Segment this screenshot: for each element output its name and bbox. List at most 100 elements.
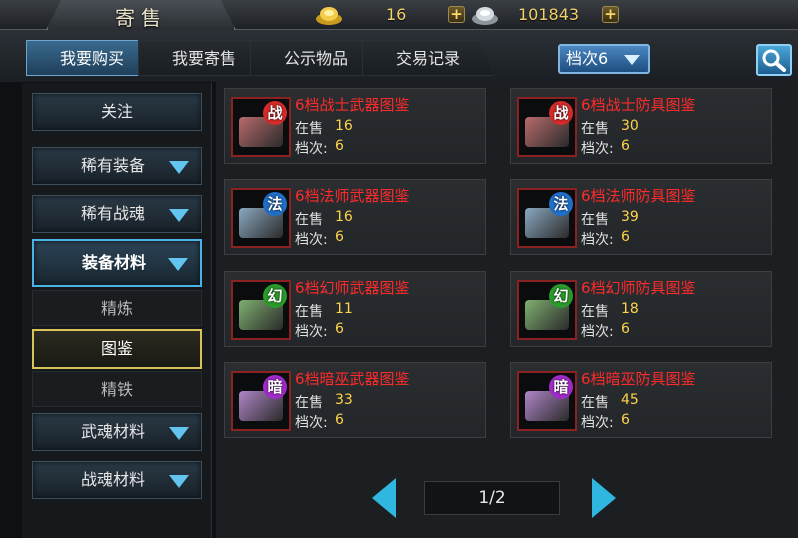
- codex-scroll-icon: 暗: [517, 371, 577, 431]
- codex-scroll-icon: 幻: [231, 280, 291, 340]
- top-bar: 寄售 16 + 101843 +: [0, 0, 798, 30]
- category-label: 稀有装备: [81, 156, 146, 175]
- grade-label: 档次:: [581, 232, 614, 248]
- window-title: 寄售: [115, 6, 167, 30]
- item-card[interactable]: 暗 6档暗巫武器图鉴 在售 33 档次: 6: [224, 362, 486, 438]
- class-glyph-badge: 幻: [263, 284, 287, 308]
- grade-value: 6: [621, 321, 630, 337]
- item-name: 6档暗巫武器图鉴: [295, 370, 410, 388]
- search-icon: [762, 49, 786, 72]
- category-rare-equipment[interactable]: 稀有装备: [32, 147, 202, 185]
- grade-label: 档次:: [581, 415, 614, 431]
- subcategory-codex[interactable]: 图鉴: [32, 329, 202, 369]
- grade-filter-dropdown[interactable]: 档次6: [558, 44, 650, 74]
- item-card[interactable]: 幻 6档幻师防具图鉴 在售 18 档次: 6: [510, 271, 772, 347]
- on-sale-count: 39: [621, 209, 639, 225]
- grade-filter-label: 档次6: [566, 49, 609, 68]
- on-sale-label: 在售: [295, 304, 323, 320]
- codex-scroll-icon: 战: [517, 97, 577, 157]
- on-sale-label: 在售: [295, 395, 323, 411]
- category-label: 武魂材料: [81, 422, 146, 441]
- tab-bar: 我要购买 我要寄售 公示物品 交易记录 档次6: [0, 30, 798, 82]
- category-weapon-soul-materials[interactable]: 武魂材料: [32, 413, 202, 451]
- grade-label: 档次:: [295, 141, 328, 157]
- grade-label: 档次:: [295, 324, 328, 340]
- item-name: 6档法师武器图鉴: [295, 187, 410, 205]
- category-rare-war-soul[interactable]: 稀有战魂: [32, 195, 202, 233]
- page-indicator: 1/2: [424, 481, 560, 515]
- grade-value: 6: [621, 412, 630, 428]
- on-sale-label: 在售: [581, 212, 609, 228]
- category-equipment-materials[interactable]: 装备材料: [32, 239, 202, 287]
- class-glyph-badge: 战: [549, 101, 573, 125]
- item-name: 6档法师防具图鉴: [581, 187, 696, 205]
- on-sale-count: 33: [335, 392, 353, 408]
- follow-button[interactable]: 关注: [32, 93, 202, 131]
- class-glyph-badge: 暗: [263, 375, 287, 399]
- silver-ingot-icon: [472, 7, 498, 25]
- previous-page-button[interactable]: [372, 478, 396, 518]
- item-card[interactable]: 暗 6档暗巫防具图鉴 在售 45 档次: 6: [510, 362, 772, 438]
- item-card[interactable]: 战 6档战士防具图鉴 在售 30 档次: 6: [510, 88, 772, 164]
- on-sale-count: 16: [335, 209, 353, 225]
- category-label: 战魂材料: [81, 470, 146, 489]
- add-gold-button[interactable]: +: [448, 6, 465, 23]
- codex-scroll-icon: 法: [517, 188, 577, 248]
- on-sale-label: 在售: [581, 304, 609, 320]
- class-glyph-badge: 幻: [549, 284, 573, 308]
- chevron-down-icon: [624, 55, 640, 65]
- grade-value: 6: [621, 229, 630, 245]
- category-sidebar: 关注 稀有装备 稀有战魂 装备材料 精炼 图鉴 精铁 武魂材料 战魂材料: [22, 83, 212, 538]
- chevron-down-icon: [169, 209, 189, 222]
- gold-amount: 16: [386, 5, 407, 24]
- class-glyph-badge: 暗: [549, 375, 573, 399]
- item-grid: 战 6档战士武器图鉴 在售 16 档次: 6 战 6档战士防具图鉴 在售 30 档次: 6 法 6档法师武…: [216, 82, 798, 538]
- category-war-soul-materials[interactable]: 战魂材料: [32, 461, 202, 499]
- item-card[interactable]: 幻 6档幻师武器图鉴 在售 11 档次: 6: [224, 271, 486, 347]
- grade-value: 6: [335, 229, 344, 245]
- next-page-button[interactable]: [592, 478, 616, 518]
- codex-scroll-icon: 暗: [231, 371, 291, 431]
- on-sale-count: 16: [335, 118, 353, 134]
- on-sale-count: 45: [621, 392, 639, 408]
- category-label: 装备材料: [82, 253, 147, 272]
- chevron-down-icon: [169, 427, 189, 440]
- item-name: 6档战士防具图鉴: [581, 96, 696, 114]
- on-sale-label: 在售: [295, 212, 323, 228]
- item-card[interactable]: 战 6档战士武器图鉴 在售 16 档次: 6: [224, 88, 486, 164]
- add-silver-button[interactable]: +: [602, 6, 619, 23]
- item-name: 6档暗巫防具图鉴: [581, 370, 696, 388]
- gold-ingot-icon: [316, 7, 342, 25]
- item-name: 6档战士武器图鉴: [295, 96, 410, 114]
- item-name: 6档幻师防具图鉴: [581, 279, 696, 297]
- on-sale-label: 在售: [295, 121, 323, 137]
- class-glyph-badge: 法: [263, 192, 287, 216]
- silver-amount: 101843: [518, 5, 580, 24]
- item-name: 6档幻师武器图鉴: [295, 279, 410, 297]
- grade-value: 6: [335, 321, 344, 337]
- tab-trade-history[interactable]: 交易记录: [362, 40, 494, 76]
- grade-value: 6: [621, 138, 630, 154]
- codex-scroll-icon: 法: [231, 188, 291, 248]
- subcategory-fine-iron[interactable]: 精铁: [32, 371, 202, 407]
- chevron-down-icon: [169, 161, 189, 174]
- grade-label: 档次:: [581, 324, 614, 340]
- class-glyph-badge: 法: [549, 192, 573, 216]
- class-glyph-badge: 战: [263, 101, 287, 125]
- grade-value: 6: [335, 138, 344, 154]
- item-card[interactable]: 法 6档法师武器图鉴 在售 16 档次: 6: [224, 179, 486, 255]
- search-button[interactable]: [756, 44, 792, 76]
- category-label: 稀有战魂: [81, 204, 146, 223]
- grade-value: 6: [335, 412, 344, 428]
- grade-label: 档次:: [581, 141, 614, 157]
- codex-scroll-icon: 幻: [517, 280, 577, 340]
- on-sale-count: 11: [335, 301, 353, 317]
- grade-label: 档次:: [295, 415, 328, 431]
- item-card[interactable]: 法 6档法师防具图鉴 在售 39 档次: 6: [510, 179, 772, 255]
- on-sale-count: 18: [621, 301, 639, 317]
- chevron-down-icon: [168, 258, 188, 271]
- on-sale-label: 在售: [581, 395, 609, 411]
- on-sale-label: 在售: [581, 121, 609, 137]
- subcategory-refining[interactable]: 精炼: [32, 290, 202, 326]
- chevron-down-icon: [169, 475, 189, 488]
